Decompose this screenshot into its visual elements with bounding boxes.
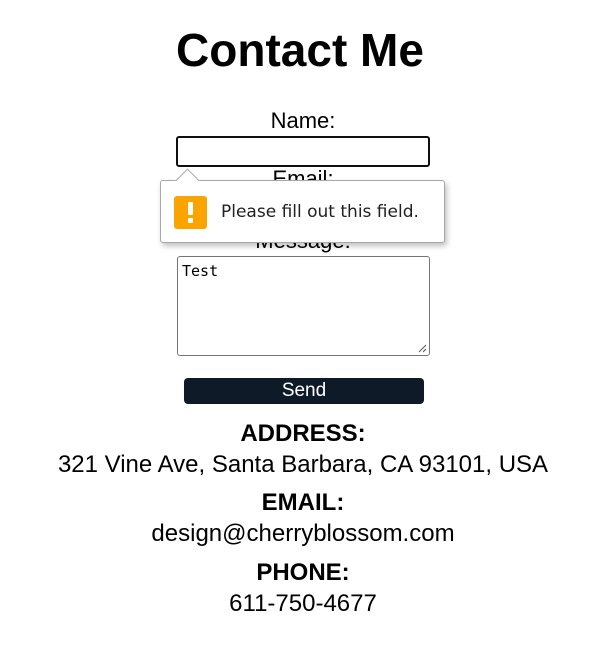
message-textarea[interactable]: Test (177, 256, 430, 356)
contact-page: Contact Me Name: Email: Message: Test Se… (0, 0, 600, 650)
validation-tooltip: Please fill out this field. (160, 168, 445, 243)
send-button[interactable]: Send (184, 378, 424, 404)
email-heading: EMAIL: (261, 489, 345, 516)
message-text: Test (182, 262, 219, 280)
address-heading: ADDRESS: (240, 420, 366, 447)
page-title: Contact Me (176, 24, 424, 76)
email-value: design@cherryblossom.com (151, 520, 455, 547)
validation-message: Please fill out this field. (221, 202, 419, 222)
name-field[interactable] (176, 136, 430, 167)
address-value: 321 Vine Ave, Santa Barbara, CA 93101, U… (57, 451, 549, 478)
phone-value: 611-750-4677 (229, 590, 377, 617)
name-label: Name: (270, 108, 336, 133)
phone-heading: PHONE: (256, 559, 350, 586)
resize-grip-icon[interactable] (417, 343, 427, 353)
warning-icon (174, 196, 207, 229)
